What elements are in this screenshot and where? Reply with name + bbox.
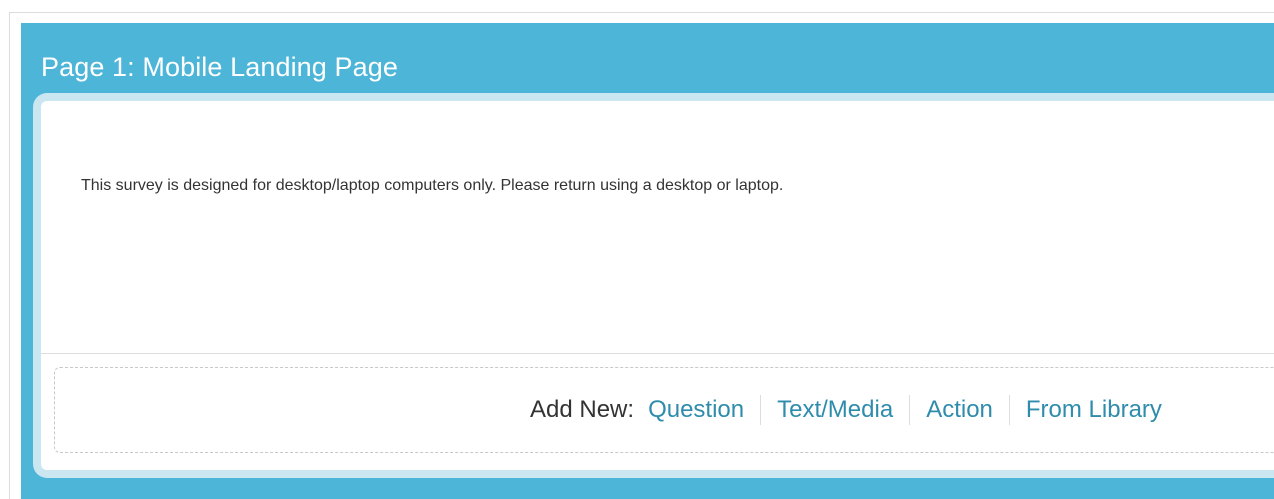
add-from-library-link[interactable]: From Library xyxy=(1026,395,1162,425)
separator xyxy=(1008,395,1010,425)
separator xyxy=(909,395,911,425)
add-new-bar: Add New: Question Text/Media Action From… xyxy=(54,367,1274,453)
add-action-link[interactable]: Action xyxy=(926,395,993,425)
add-new-label: Add New: xyxy=(530,396,635,423)
add-question-link[interactable]: Question xyxy=(648,395,744,425)
divider xyxy=(41,353,1274,354)
page-title[interactable]: Page 1: Mobile Landing Page xyxy=(41,49,398,85)
add-text-media-link[interactable]: Text/Media xyxy=(777,395,893,425)
separator xyxy=(760,395,762,425)
text-media-message[interactable]: This survey is designed for desktop/lapt… xyxy=(81,175,783,197)
add-new-row: Add New: Question Text/Media Action From… xyxy=(530,395,1162,425)
page-block: Page 1: Mobile Landing Page This survey … xyxy=(21,23,1274,499)
page-content-card: This survey is designed for desktop/lapt… xyxy=(33,93,1274,478)
